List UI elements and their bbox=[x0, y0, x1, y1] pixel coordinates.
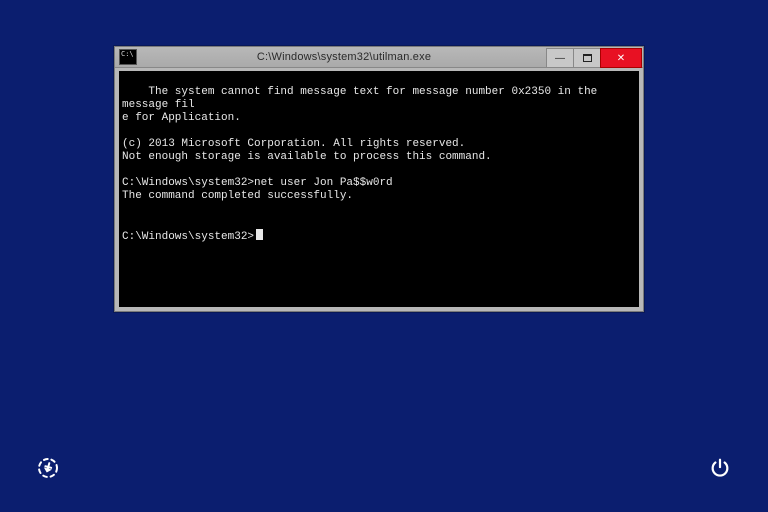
cmd-icon[interactable] bbox=[119, 49, 137, 65]
command-prompt-window: C:\Windows\system32\utilman.exe — ✕ The … bbox=[114, 46, 644, 312]
console-line: e for Application. bbox=[122, 112, 241, 124]
window-controls: — ✕ bbox=[547, 48, 642, 66]
console-line: The command completed successfully. bbox=[122, 190, 353, 202]
maximize-button[interactable] bbox=[573, 48, 601, 68]
maximize-icon bbox=[583, 54, 592, 62]
text-cursor bbox=[256, 229, 263, 240]
minimize-icon: — bbox=[555, 53, 565, 64]
power-icon bbox=[709, 457, 731, 479]
ease-of-access-icon bbox=[36, 456, 60, 480]
console-prompt: C:\Windows\system32> bbox=[122, 231, 254, 243]
console-line: The system cannot find message text for … bbox=[122, 86, 604, 111]
window-titlebar[interactable]: C:\Windows\system32\utilman.exe — ✕ bbox=[115, 47, 643, 68]
power-button[interactable] bbox=[706, 454, 734, 482]
console-output[interactable]: The system cannot find message text for … bbox=[119, 71, 639, 307]
window-title: C:\Windows\system32\utilman.exe bbox=[141, 51, 547, 63]
console-line: C:\Windows\system32>net user Jon Pa$$w0r… bbox=[122, 177, 393, 189]
close-button[interactable]: ✕ bbox=[600, 48, 642, 68]
console-line: (c) 2013 Microsoft Corporation. All righ… bbox=[122, 138, 465, 150]
ease-of-access-button[interactable] bbox=[34, 454, 62, 482]
minimize-button[interactable]: — bbox=[546, 48, 574, 68]
close-icon: ✕ bbox=[617, 53, 625, 64]
console-line: Not enough storage is available to proce… bbox=[122, 151, 492, 163]
